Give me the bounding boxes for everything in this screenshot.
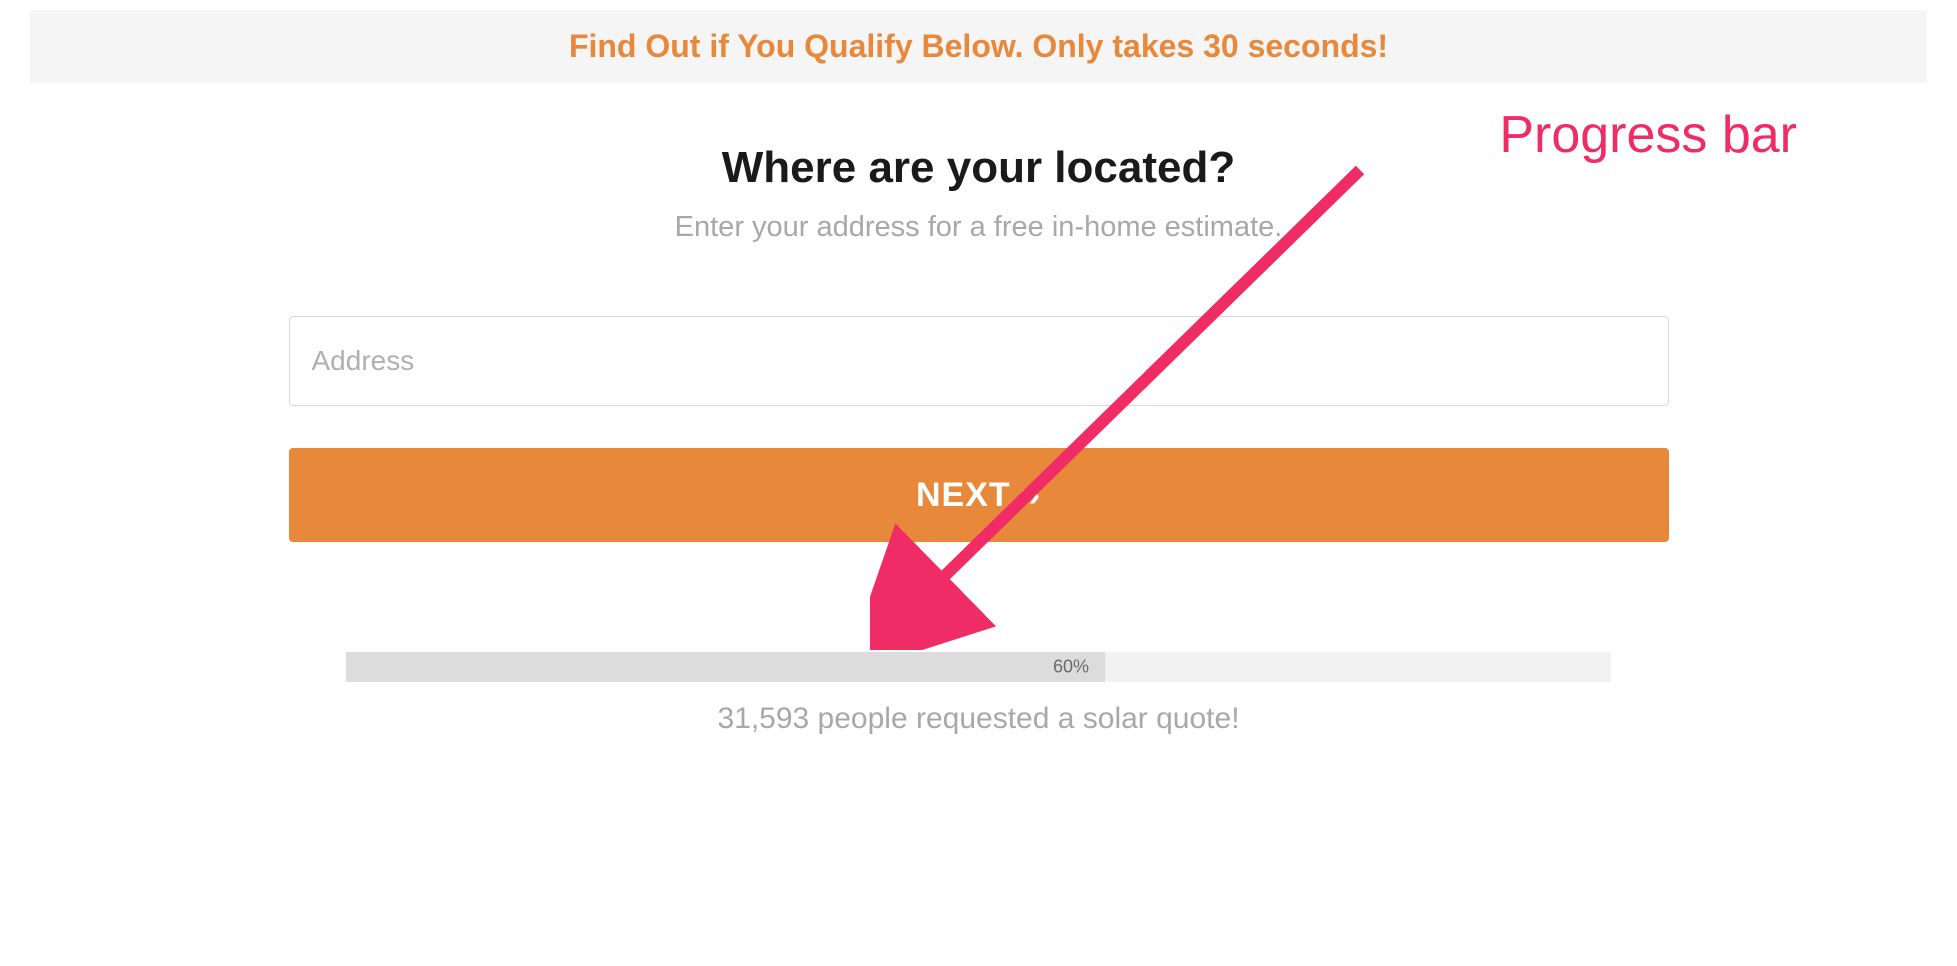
form-wrapper: NEXT » bbox=[289, 316, 1669, 542]
address-input[interactable] bbox=[289, 316, 1669, 406]
question-subtitle: Enter your address for a free in-home es… bbox=[0, 211, 1957, 244]
progress-bar: 60% bbox=[346, 652, 1611, 682]
banner-text: Find Out if You Qualify Below. Only take… bbox=[569, 28, 1388, 64]
annotation-label: Progress bar bbox=[1499, 105, 1797, 165]
progress-percent-label: 60% bbox=[1053, 657, 1089, 678]
next-button[interactable]: NEXT » bbox=[289, 448, 1669, 542]
progress-section: 60% 31,593 people requested a solar quot… bbox=[346, 652, 1611, 736]
qualify-banner: Find Out if You Qualify Below. Only take… bbox=[30, 10, 1927, 83]
stats-text: 31,593 people requested a solar quote! bbox=[346, 702, 1611, 736]
progress-bar-fill: 60% bbox=[346, 652, 1105, 682]
main-content: Where are your located? Enter your addre… bbox=[0, 83, 1957, 736]
